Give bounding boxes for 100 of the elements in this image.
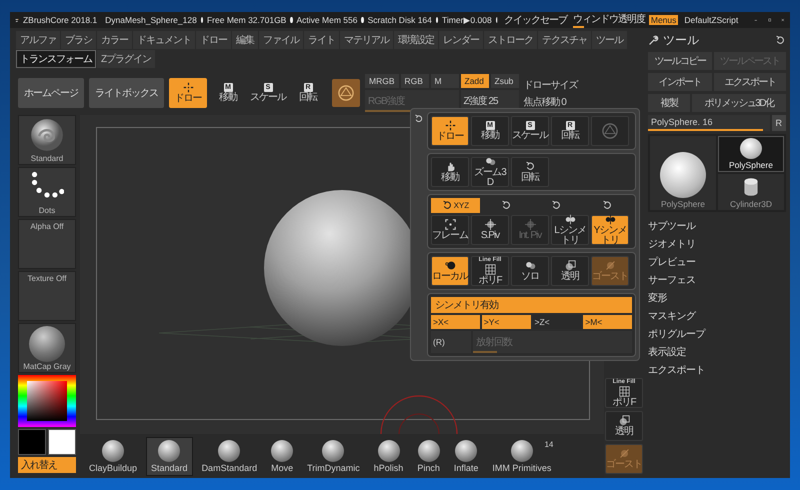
axis-toggle[interactable]: >Y< [482,315,530,329]
axis-button[interactable]: XYZ [431,198,480,213]
script-button[interactable]: DefaultZScript [682,15,740,25]
brush-button[interactable]: DamStandard [196,436,262,476]
panel-section[interactable]: プレビュー [648,253,696,271]
z-mode-button[interactable]: Zsub [490,74,518,88]
channel-button[interactable]: M [430,74,458,88]
solo-button[interactable]: ソロ [511,256,549,286]
brush-icon [218,440,240,462]
sphere-outline-icon [337,84,355,102]
symmetry-button[interactable]: Yシンメトリ [591,215,629,245]
symmetry-toggle[interactable]: シンメトリ有効 [431,297,632,313]
hand-move-button[interactable]: 移動 [431,157,469,187]
tool-action-button[interactable]: ポリメッシュ3D化 [692,94,786,112]
menu-item[interactable]: ファイル [259,31,303,49]
brush-button[interactable]: Pinch [412,436,445,476]
transparency-button[interactable]: 透明 [605,411,643,441]
brush-button[interactable]: Standard [146,436,193,476]
menu-item[interactable]: Zプラグイン [97,50,156,68]
menu-item[interactable]: アルファ [16,31,60,49]
menu-item[interactable]: レンダー [439,31,483,49]
z-mode-button[interactable]: Zadd [460,74,488,88]
tool-thumbnail[interactable]: Cylinder3D [718,174,784,210]
tool-action-button[interactable]: インポート [648,73,712,91]
menu-item[interactable]: 環境設定 [394,31,438,49]
material-slot[interactable]: MatCap Gray [18,323,76,373]
primary-color-swatch[interactable] [18,429,46,455]
sphere-outline-icon [601,122,619,140]
menu-item[interactable]: トランスフォーム [16,50,96,68]
menu-item[interactable]: カラー [97,31,132,49]
symmetry-icon [564,214,576,225]
menu-item[interactable]: マテリアル [340,31,393,49]
radial-button[interactable]: (R) [431,331,471,353]
document-name: DynaMesh_Sphere_128 [105,15,197,25]
local-symmetry-button[interactable]: Lシンメトリ [551,215,589,245]
panel-section[interactable]: マスキング [648,307,696,325]
rotate-mode-button[interactable]: 回転 [511,157,549,187]
zoom-button[interactable]: ズーム3D [471,157,509,187]
brush-button[interactable]: ClayBuildup [84,436,142,476]
lightbox-button[interactable]: ライトボックス [89,78,164,108]
brush-button[interactable]: hPolish [368,436,408,476]
menus-toggle[interactable]: Menus [648,15,678,25]
panel-section[interactable]: サブツール [648,217,696,235]
menu-item[interactable]: ストローク [484,31,537,49]
brush-button[interactable]: Inflate [448,436,484,476]
panel-section[interactable]: エクスポート [648,361,705,379]
draw-mode-button[interactable]: ドロー [169,78,207,108]
stroke-slot[interactable]: Dots [18,167,76,217]
tool-thumbnail[interactable]: PolySphere [718,136,784,172]
swap-colors-button[interactable]: 入れ替え [18,457,76,473]
quicksave-button[interactable]: クイックセーブ [502,13,569,27]
panel-section[interactable]: ジオメトリ [648,235,696,253]
rotate-icon [500,200,512,211]
local-button[interactable]: ローカル [431,256,469,286]
memory-stat: Free Mem 32.701GB [206,15,286,25]
crosshair-icon [182,82,194,93]
brush-slot[interactable]: Standard [18,115,76,165]
memory-stat: Active Mem 556 [296,15,358,25]
menu-item[interactable]: ドキュメント [133,31,195,49]
brush-button[interactable]: TrimDynamic [302,436,365,476]
pivot-icon [484,219,496,230]
transparency-button[interactable]: 透明 [551,256,589,286]
brush-button[interactable]: 14 IMM Primitives [487,436,556,476]
panel-section[interactable]: サーフェス [648,271,696,289]
panel-section[interactable]: 変形 [648,289,667,307]
axis-toggle[interactable]: >X< [431,315,480,329]
refresh-icon[interactable] [775,35,786,46]
pivot-button[interactable]: S.Piv [471,215,509,245]
panel-section[interactable]: 表示設定 [648,343,686,361]
sphere-icon [740,138,762,159]
menu-item[interactable]: ツール [592,31,627,49]
color-picker[interactable] [18,375,76,427]
tool-slider[interactable]: PolySphere. 16 [648,115,770,131]
draw-mode-button[interactable]: ドロー [431,116,469,146]
axis-toggle[interactable]: >M< [583,315,632,329]
menu-item[interactable]: 編集 [232,31,258,49]
count-label: 14 [544,440,554,448]
app-name: ZBrushCore 2018.1 [22,15,98,25]
menu-item[interactable]: ライト [304,31,339,49]
tool-action-button[interactable]: ツールコピー [648,52,712,70]
panel-section[interactable]: ポリグループ [648,325,705,343]
refresh-icon[interactable] [414,114,424,124]
home-page-button[interactable]: ホームページ [18,78,84,108]
transparency-slider[interactable]: ウィンドウ透明度 [572,12,645,28]
brush-button[interactable]: Move [266,436,298,476]
tool-thumbnail[interactable]: PolySphere [650,136,716,210]
slashed-circle-icon [618,448,630,459]
channel-button[interactable]: RGB [400,74,428,88]
frame-button[interactable]: フレーム [431,215,469,245]
menu-item[interactable]: ドロー [196,31,231,49]
texture-slot[interactable]: Texture Off [18,271,76,321]
menu-item[interactable]: ブラシ [61,31,96,49]
menu-item[interactable]: テクスチャ [538,31,591,49]
tool-action-button[interactable]: 複製 [648,94,690,112]
reset-button[interactable]: R [772,115,786,131]
secondary-color-swatch[interactable] [48,429,76,455]
tool-action-button[interactable]: エクスポート [714,73,786,91]
channel-button[interactable]: MRGB [365,74,398,88]
material-swatch[interactable] [332,79,360,107]
alpha-slot[interactable]: Alpha Off [18,219,76,269]
